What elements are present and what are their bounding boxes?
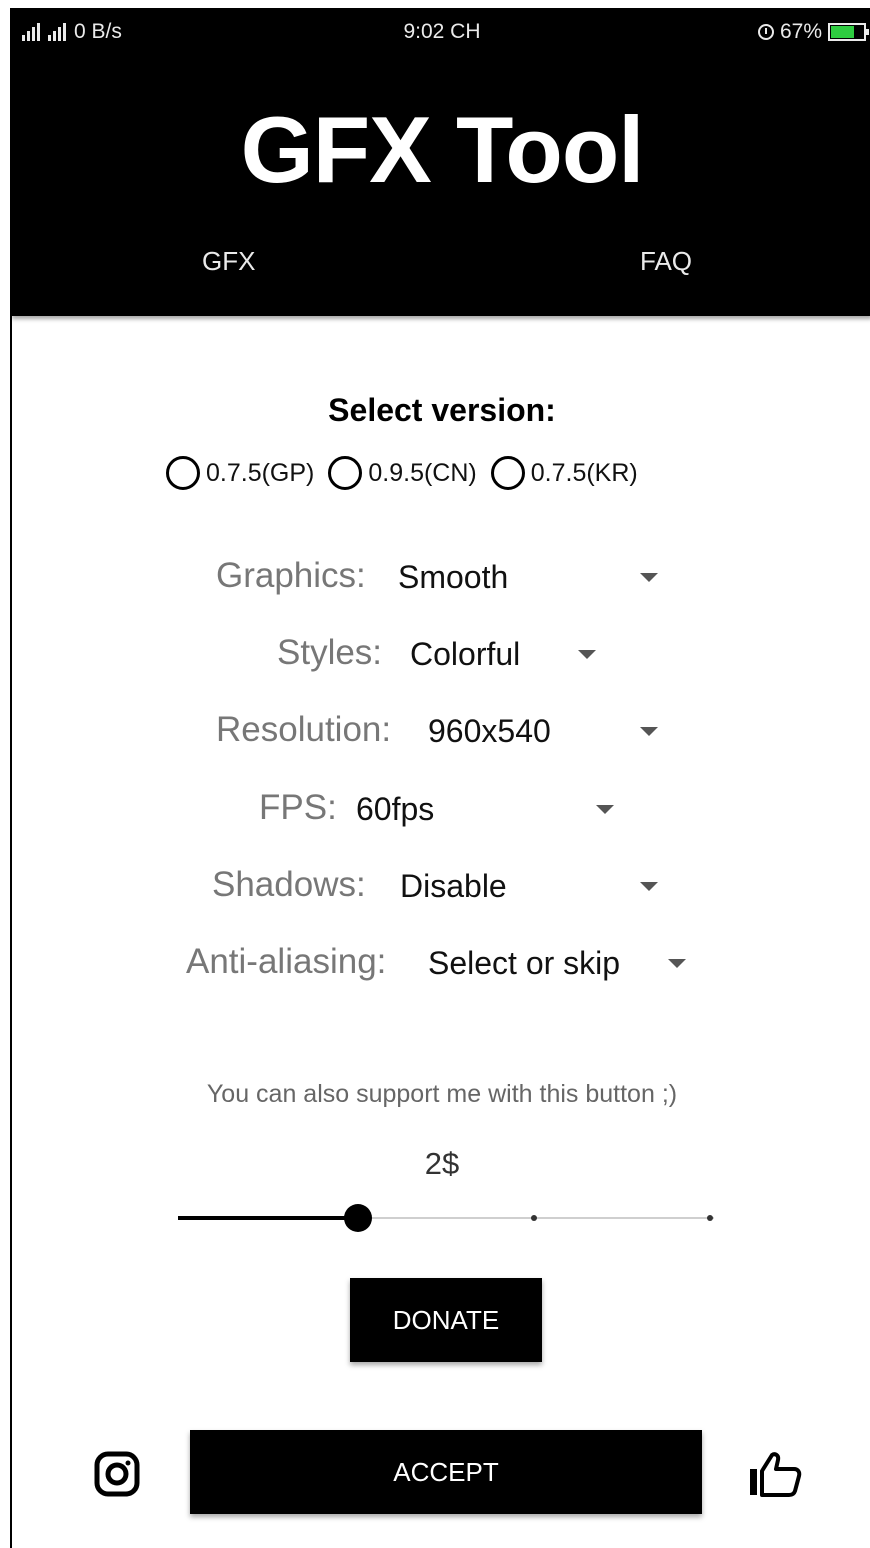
alarm-icon: [757, 24, 774, 40]
like-icon[interactable]: [748, 1451, 802, 1497]
status-bar: 0 B/s 9:02 CH 67%: [12, 8, 870, 58]
radio-label: 0.9.5(CN): [368, 458, 477, 487]
tab-faq[interactable]: FAQ: [640, 246, 692, 277]
chevron-down-icon[interactable]: [668, 959, 686, 968]
shadows-dropdown[interactable]: Disable: [400, 868, 507, 905]
radio-circle-icon[interactable]: [328, 456, 363, 490]
graphics-row: Graphics: Smooth: [12, 556, 870, 600]
graphics-dropdown[interactable]: Smooth: [398, 559, 508, 596]
chevron-down-icon[interactable]: [596, 805, 614, 814]
radio-version-gp[interactable]: 0.7.5(GP): [166, 456, 314, 490]
styles-row: Styles: Colorful: [12, 633, 870, 677]
fps-row: FPS: 60fps: [12, 788, 870, 832]
slider-active-track: [178, 1216, 358, 1220]
donate-amount-slider[interactable]: [178, 1204, 714, 1232]
fps-label: FPS:: [259, 788, 337, 827]
app-header: 0 B/s 9:02 CH 67% GFX Tool GFX FAQ: [12, 8, 870, 316]
chevron-down-icon[interactable]: [640, 727, 658, 736]
fps-dropdown[interactable]: 60fps: [356, 791, 434, 828]
radio-version-kr[interactable]: 0.7.5(KR): [490, 456, 638, 490]
slider-tick: [531, 1215, 537, 1221]
radio-label: 0.7.5(GP): [206, 458, 315, 487]
slider-thumb[interactable]: [344, 1204, 372, 1232]
phone-screen: 0 B/s 9:02 CH 67% GFX Tool GFX FAQ Selec…: [10, 8, 870, 1548]
resolution-dropdown[interactable]: 960x540: [428, 713, 551, 750]
battery-icon: [828, 23, 869, 41]
shadows-label: Shadows:: [212, 865, 366, 904]
select-version-heading: Select version:: [328, 392, 556, 428]
status-time: 9:02 CH: [403, 20, 481, 43]
radio-circle-icon[interactable]: [490, 456, 525, 490]
battery-percent: 67%: [779, 20, 822, 43]
slider-tick: [707, 1215, 713, 1221]
radio-circle-icon[interactable]: [166, 456, 200, 490]
anti-aliasing-label: Anti-aliasing:: [186, 942, 387, 981]
chevron-down-icon[interactable]: [640, 573, 658, 582]
radio-label: 0.7.5(KR): [530, 458, 638, 487]
chevron-down-icon[interactable]: [578, 650, 596, 659]
app-title: GFX Tool: [240, 97, 645, 202]
donate-button[interactable]: DONATE: [350, 1278, 542, 1362]
donate-amount: 2$: [424, 1146, 460, 1181]
styles-label: Styles:: [277, 633, 383, 672]
instagram-icon[interactable]: [94, 1451, 140, 1497]
resolution-row: Resolution: 960x540: [12, 710, 870, 754]
anti-aliasing-row: Anti-aliasing: Select or skip: [12, 942, 870, 986]
graphics-label: Graphics:: [216, 556, 366, 595]
radio-version-cn[interactable]: 0.9.5(CN): [328, 456, 477, 490]
shadows-row: Shadows: Disable: [12, 865, 870, 909]
tab-gfx[interactable]: GFX: [202, 246, 255, 277]
styles-dropdown[interactable]: Colorful: [410, 636, 520, 673]
accept-button[interactable]: ACCEPT: [190, 1430, 702, 1514]
support-text: You can also support me with this button…: [206, 1080, 678, 1108]
status-right: 67%: [757, 20, 869, 44]
resolution-label: Resolution:: [216, 710, 392, 749]
anti-aliasing-dropdown[interactable]: Select or skip: [428, 945, 620, 982]
chevron-down-icon[interactable]: [640, 882, 658, 891]
version-radio-group: 0.7.5(GP) 0.9.5(CN) 0.7.5(KR): [166, 456, 652, 490]
